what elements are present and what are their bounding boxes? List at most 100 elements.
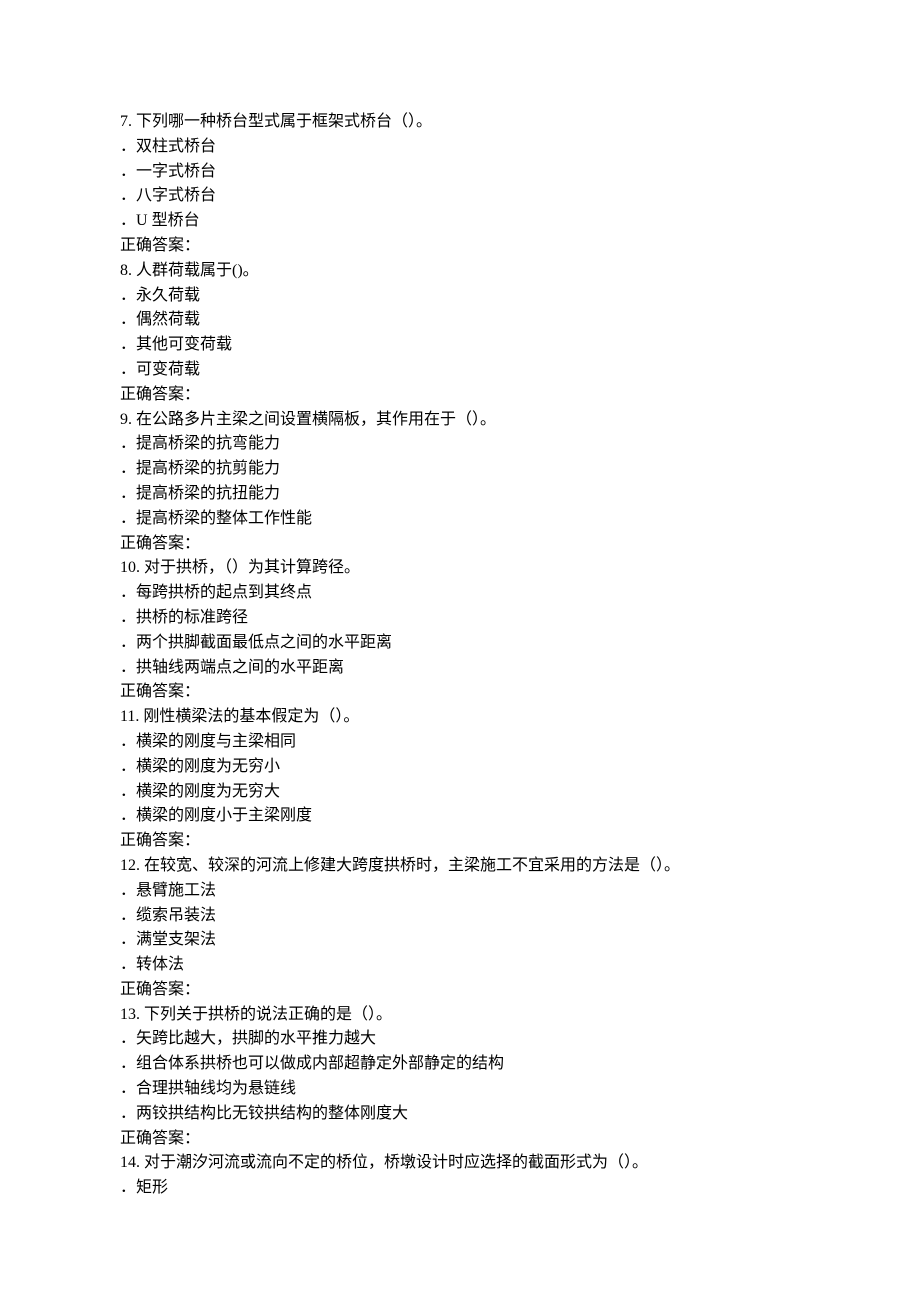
- answer-label: 正确答案：: [120, 532, 800, 557]
- option-text: 八字式桥台: [136, 187, 216, 204]
- option-dot: ．: [120, 659, 136, 676]
- question-number: 9.: [120, 411, 136, 428]
- option-line: ．缆索吊装法: [120, 904, 800, 929]
- option-dot: ．: [120, 1030, 136, 1047]
- option-dot: ．: [120, 931, 136, 948]
- option-line: ．转体法: [120, 953, 800, 978]
- option-dot: ．: [120, 287, 136, 304]
- option-dot: ．: [120, 336, 136, 353]
- question-text: 在公路多片主梁之间设置横隔板，其作用在于（）。: [136, 411, 496, 428]
- option-line: ．矩形: [120, 1176, 800, 1201]
- option-line: ．悬臂施工法: [120, 879, 800, 904]
- option-dot: ．: [120, 460, 136, 477]
- question-number: 13.: [120, 1006, 144, 1023]
- option-text: 提高桥梁的抗剪能力: [136, 460, 280, 477]
- option-text: 组合体系拱桥也可以做成内部超静定外部静定的结构: [136, 1055, 504, 1072]
- option-text: 横梁的刚度与主梁相同: [136, 733, 296, 750]
- question-line: 10. 对于拱桥，（）为其计算跨径。: [120, 556, 800, 581]
- option-line: ．U 型桥台: [120, 209, 800, 234]
- answer-label: 正确答案：: [120, 829, 800, 854]
- option-line: ．每跨拱桥的起点到其终点: [120, 581, 800, 606]
- option-line: ．一字式桥台: [120, 160, 800, 185]
- option-text: 缆索吊装法: [136, 907, 216, 924]
- option-dot: ．: [120, 1080, 136, 1097]
- option-line: ．提高桥梁的抗扭能力: [120, 482, 800, 507]
- option-dot: ．: [120, 584, 136, 601]
- option-line: ．两铰拱结构比无铰拱结构的整体刚度大: [120, 1102, 800, 1127]
- question-number: 11.: [120, 708, 143, 725]
- answer-label: 正确答案：: [120, 680, 800, 705]
- option-dot: ．: [120, 1105, 136, 1122]
- option-text: 双柱式桥台: [136, 138, 216, 155]
- option-line: ．提高桥梁的整体工作性能: [120, 507, 800, 532]
- question-line: 12. 在较宽、较深的河流上修建大跨度拱桥时，主梁施工不宜采用的方法是（）。: [120, 854, 800, 879]
- option-line: ．组合体系拱桥也可以做成内部超静定外部静定的结构: [120, 1052, 800, 1077]
- option-dot: ．: [120, 1055, 136, 1072]
- option-dot: ．: [120, 907, 136, 924]
- question-line: 13. 下列关于拱桥的说法正确的是（）。: [120, 1003, 800, 1028]
- option-dot: ．: [120, 510, 136, 527]
- option-dot: ．: [120, 163, 136, 180]
- option-text: 偶然荷载: [136, 311, 200, 328]
- option-text: 满堂支架法: [136, 931, 216, 948]
- question-line: 11. 刚性横梁法的基本假定为（）。: [120, 705, 800, 730]
- option-line: ．合理拱轴线均为悬链线: [120, 1077, 800, 1102]
- option-text: 提高桥梁的抗弯能力: [136, 435, 280, 452]
- option-dot: ．: [120, 212, 136, 229]
- option-text: 每跨拱桥的起点到其终点: [136, 584, 312, 601]
- option-dot: ．: [120, 187, 136, 204]
- option-line: ．两个拱脚截面最低点之间的水平距离: [120, 631, 800, 656]
- option-dot: ．: [120, 733, 136, 750]
- option-dot: ．: [120, 138, 136, 155]
- option-text: 悬臂施工法: [136, 882, 216, 899]
- option-text: 矩形: [136, 1179, 168, 1196]
- option-line: ．提高桥梁的抗剪能力: [120, 457, 800, 482]
- option-text: 提高桥梁的整体工作性能: [136, 510, 312, 527]
- answer-label: 正确答案：: [120, 234, 800, 259]
- option-text: 可变荷载: [136, 361, 200, 378]
- option-dot: ．: [120, 783, 136, 800]
- option-text: 合理拱轴线均为悬链线: [136, 1080, 296, 1097]
- question-text: 在较宽、较深的河流上修建大跨度拱桥时，主梁施工不宜采用的方法是（）。: [144, 857, 680, 874]
- document-page: 7. 下列哪一种桥台型式属于框架式桥台（）。 ．双柱式桥台 ．一字式桥台 ．八字…: [0, 0, 920, 1302]
- question-line: 9. 在公路多片主梁之间设置横隔板，其作用在于（）。: [120, 408, 800, 433]
- option-text: 拱轴线两端点之间的水平距离: [136, 659, 344, 676]
- option-text: 转体法: [136, 956, 184, 973]
- option-line: ．横梁的刚度为无穷小: [120, 755, 800, 780]
- option-dot: ．: [120, 882, 136, 899]
- option-text: 两个拱脚截面最低点之间的水平距离: [136, 634, 392, 651]
- question-line: 7. 下列哪一种桥台型式属于框架式桥台（）。: [120, 110, 800, 135]
- option-line: ．可变荷载: [120, 358, 800, 383]
- option-dot: ．: [120, 485, 136, 502]
- question-text: 对于潮汐河流或流向不定的桥位，桥墩设计时应选择的截面形式为（）。: [144, 1154, 648, 1171]
- question-number: 10.: [120, 559, 144, 576]
- option-text: 其他可变荷载: [136, 336, 232, 353]
- option-line: ．其他可变荷载: [120, 333, 800, 358]
- option-line: ．拱轴线两端点之间的水平距离: [120, 656, 800, 681]
- question-number: 14.: [120, 1154, 144, 1171]
- option-line: ．满堂支架法: [120, 928, 800, 953]
- option-dot: ．: [120, 435, 136, 452]
- option-line: ．横梁的刚度与主梁相同: [120, 730, 800, 755]
- option-dot: ．: [120, 956, 136, 973]
- question-text: 对于拱桥，（）为其计算跨径。: [144, 559, 360, 576]
- option-text: 提高桥梁的抗扭能力: [136, 485, 280, 502]
- option-text: 拱桥的标准跨径: [136, 609, 248, 626]
- question-line: 14. 对于潮汐河流或流向不定的桥位，桥墩设计时应选择的截面形式为（）。: [120, 1151, 800, 1176]
- option-dot: ．: [120, 634, 136, 651]
- question-number: 8.: [120, 262, 136, 279]
- option-line: ．横梁的刚度为无穷大: [120, 780, 800, 805]
- question-text: 下列哪一种桥台型式属于框架式桥台（）。: [136, 113, 432, 130]
- option-dot: ．: [120, 311, 136, 328]
- option-dot: ．: [120, 1179, 136, 1196]
- question-text: 刚性横梁法的基本假定为（）。: [143, 708, 359, 725]
- option-line: ．双柱式桥台: [120, 135, 800, 160]
- question-text: 下列关于拱桥的说法正确的是（）。: [144, 1006, 392, 1023]
- answer-label: 正确答案：: [120, 383, 800, 408]
- option-line: ．拱桥的标准跨径: [120, 606, 800, 631]
- option-dot: ．: [120, 361, 136, 378]
- option-text: 两铰拱结构比无铰拱结构的整体刚度大: [136, 1105, 408, 1122]
- option-text: 横梁的刚度小于主梁刚度: [136, 807, 312, 824]
- option-dot: ．: [120, 807, 136, 824]
- option-line: ．永久荷载: [120, 284, 800, 309]
